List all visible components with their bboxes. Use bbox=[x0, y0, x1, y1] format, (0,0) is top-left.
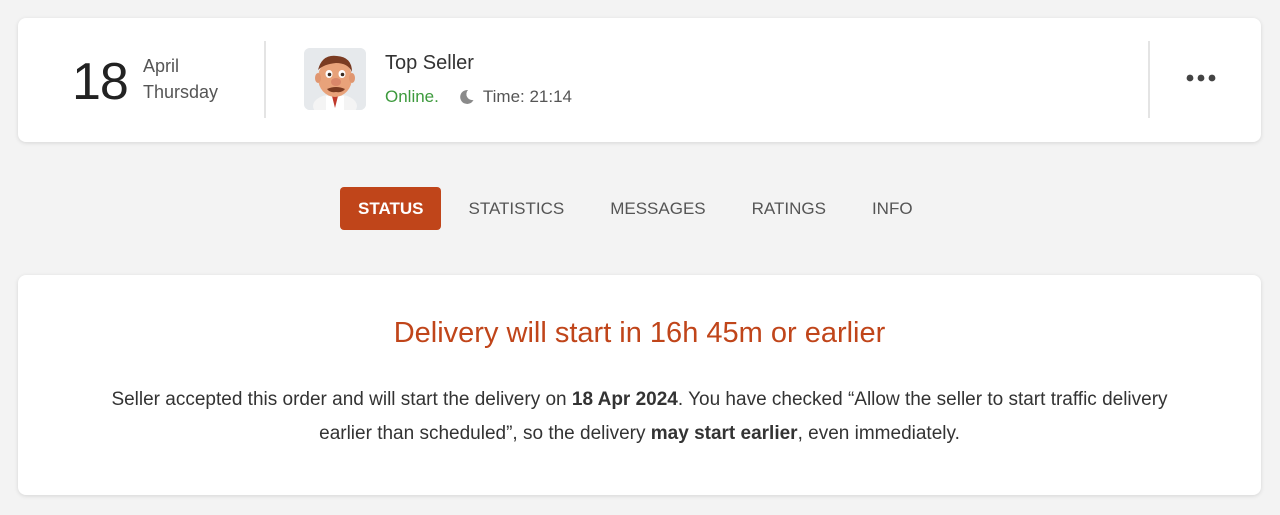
date-month: April bbox=[143, 56, 180, 76]
more-options-button[interactable] bbox=[1182, 66, 1220, 90]
date-number: 18 bbox=[72, 53, 129, 111]
tab-messages[interactable]: MESSAGES bbox=[592, 187, 723, 230]
seller-avatar[interactable] bbox=[304, 48, 366, 110]
order-header-card: 18 April Thursday Top Seller Online. Tim… bbox=[18, 18, 1261, 142]
delivery-description: Seller accepted this order and will star… bbox=[108, 383, 1171, 451]
seller-name[interactable]: Top Seller bbox=[385, 52, 474, 75]
delivery-headline: Delivery will start in 16h 45m or earlie… bbox=[393, 317, 886, 349]
delivery-date: 18 Apr 2024 bbox=[571, 389, 678, 410]
tab-info[interactable]: INFO bbox=[854, 187, 931, 230]
seller-status-row: Online. Time: 21:14 bbox=[385, 86, 572, 108]
description-part-1: Seller accepted this order and will star… bbox=[111, 389, 572, 410]
tab-statistics[interactable]: STATISTICS bbox=[450, 187, 582, 230]
status-panel: Delivery will start in 16h 45m or earlie… bbox=[18, 275, 1261, 495]
header-divider-right bbox=[1148, 41, 1150, 118]
may-start-earlier: may start earlier bbox=[650, 423, 798, 444]
date-weekday: Thursday bbox=[143, 82, 219, 102]
description-part-3: , even immediately. bbox=[797, 423, 960, 444]
seller-avatar-image bbox=[304, 48, 366, 110]
seller-local-time: Time: 21:14 bbox=[482, 87, 573, 106]
header-divider bbox=[264, 41, 266, 118]
moon-icon bbox=[457, 88, 475, 106]
tab-ratings[interactable]: RATINGS bbox=[734, 187, 844, 230]
order-tabs: STATUS STATISTICS MESSAGES RATINGS INFO bbox=[340, 187, 941, 230]
more-horizontal-icon bbox=[1186, 74, 1216, 82]
tab-status[interactable]: STATUS bbox=[340, 187, 442, 230]
online-status: Online. bbox=[385, 87, 439, 106]
